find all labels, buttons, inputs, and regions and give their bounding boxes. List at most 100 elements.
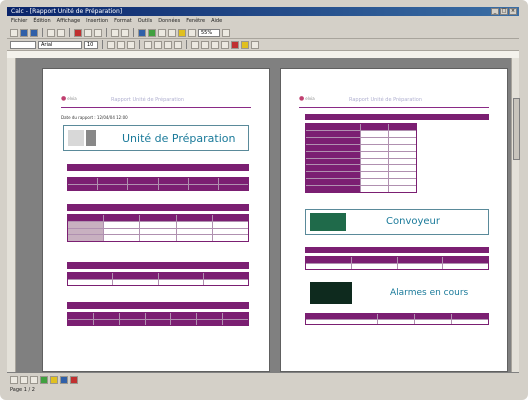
toolbar-separator [106,28,107,37]
bullets-icon[interactable] [191,40,199,49]
vertical-scrollbar[interactable] [511,58,520,372]
page-1: ●elvia Rapport Unité de Préparation Date… [42,68,270,372]
undo-icon[interactable] [111,28,119,37]
borders-icon[interactable] [251,40,259,49]
toolbar-separator [139,40,140,49]
select-icon[interactable] [10,376,18,384]
standard-toolbar: 55% [7,27,519,39]
open-icon[interactable] [20,28,28,37]
bold-icon[interactable] [107,40,115,49]
rectangle-icon[interactable] [30,376,38,384]
text-icon[interactable] [50,376,58,384]
menu-bar: Fichier Édition Affichage Insertion Form… [7,17,519,26]
company-logo: ●elvia [299,95,315,102]
section-header [67,302,249,309]
indent-icon[interactable] [211,40,219,49]
window-title: Calc - [Rapport Unité de Préparation] [11,8,123,15]
menu-format[interactable]: Format [114,17,132,26]
header-rule [299,107,489,108]
menu-affichage[interactable]: Affichage [57,17,81,26]
unit-title: Unité de Préparation [122,132,236,145]
toolbar-separator [186,40,187,49]
drawing-toolbar [10,376,78,384]
summary-table [67,177,249,191]
copy-icon[interactable] [84,28,92,37]
cut-icon[interactable] [74,28,82,37]
convoyeur-table [305,256,489,270]
section-header [67,164,249,171]
numbering-icon[interactable] [201,40,209,49]
minimize-button[interactable]: _ [491,8,499,15]
underline-icon[interactable] [127,40,135,49]
company-logo: ●elvia [61,95,77,102]
menu-fenetre[interactable]: Fenêtre [186,17,205,26]
page-2: ●elvia Rapport Unité de Préparation Conv… [280,68,508,372]
section-header [305,247,489,253]
title-bar: Calc - [Rapport Unité de Préparation] _ … [7,7,519,16]
paste-icon[interactable] [94,28,102,37]
section-header [305,114,489,120]
menu-insertion[interactable]: Insertion [86,17,108,26]
section-header [67,204,249,211]
toolbar-separator [42,28,43,37]
convoyeur-image [310,213,346,231]
sort-icon[interactable] [158,28,166,37]
new-icon[interactable] [10,28,18,37]
unit-title-box: Unité de Préparation [63,125,249,151]
page-header-title: Rapport Unité de Préparation [349,97,423,103]
justify-icon[interactable] [174,40,182,49]
section-header [67,262,249,269]
document-workspace: ●elvia Rapport Unité de Préparation Date… [7,58,511,372]
page-indicator: Page 1 / 2 [10,387,35,393]
zoom-icon[interactable] [188,28,196,37]
font-color-icon[interactable] [231,40,239,49]
menu-edition[interactable]: Édition [33,17,50,26]
toolbar-separator [133,28,134,37]
header-rule [61,107,251,108]
size-combo[interactable]: 10 [84,40,98,49]
scroll-thumb[interactable] [513,98,520,160]
alarmes-image [310,282,352,304]
align-left-icon[interactable] [144,40,152,49]
align-center-icon[interactable] [154,40,162,49]
maximize-button[interactable]: □ [500,8,508,15]
chart-icon[interactable] [148,28,156,37]
filter-icon[interactable] [168,28,176,37]
convoyeur-box: Convoyeur [305,209,489,235]
menu-aide[interactable]: Aide [211,17,222,26]
align-right-icon[interactable] [164,40,172,49]
style-combo[interactable] [10,40,36,49]
highlight-icon[interactable] [241,40,249,49]
line-color-icon[interactable] [70,376,78,384]
quality-table [67,312,249,326]
redo-icon[interactable] [121,28,129,37]
menu-outils[interactable]: Outils [138,17,152,26]
table-icon[interactable] [138,28,146,37]
production-table [67,214,249,242]
menu-donnees[interactable]: Données [158,17,180,26]
zoom-combo[interactable]: 55% [198,28,220,37]
print-icon[interactable] [47,28,55,37]
report-date: Date du rapport : 12/04/04 12:00 [61,115,128,120]
toolbar-separator [102,40,103,49]
fill-color-icon[interactable] [60,376,68,384]
measurements-table [305,123,417,193]
machine-image [68,130,84,146]
line-icon[interactable] [20,376,28,384]
menu-fichier[interactable]: Fichier [11,17,27,26]
help-icon[interactable] [222,28,230,37]
ellipse-icon[interactable] [40,376,48,384]
application-window: Calc - [Rapport Unité de Préparation] _ … [0,0,528,400]
format-toolbar: Arial 10 [7,39,519,51]
outdent-icon[interactable] [221,40,229,49]
close-button[interactable]: × [509,8,517,15]
convoyeur-title: Convoyeur [386,216,440,227]
italic-icon[interactable] [117,40,125,49]
preview-icon[interactable] [57,28,65,37]
status-bar: Page 1 / 2 [7,372,519,393]
font-combo[interactable]: Arial [38,40,82,49]
draw-icon[interactable] [178,28,186,37]
alarmes-box: Alarmes en cours [305,279,489,307]
save-icon[interactable] [30,28,38,37]
toolbar-separator [69,28,70,37]
